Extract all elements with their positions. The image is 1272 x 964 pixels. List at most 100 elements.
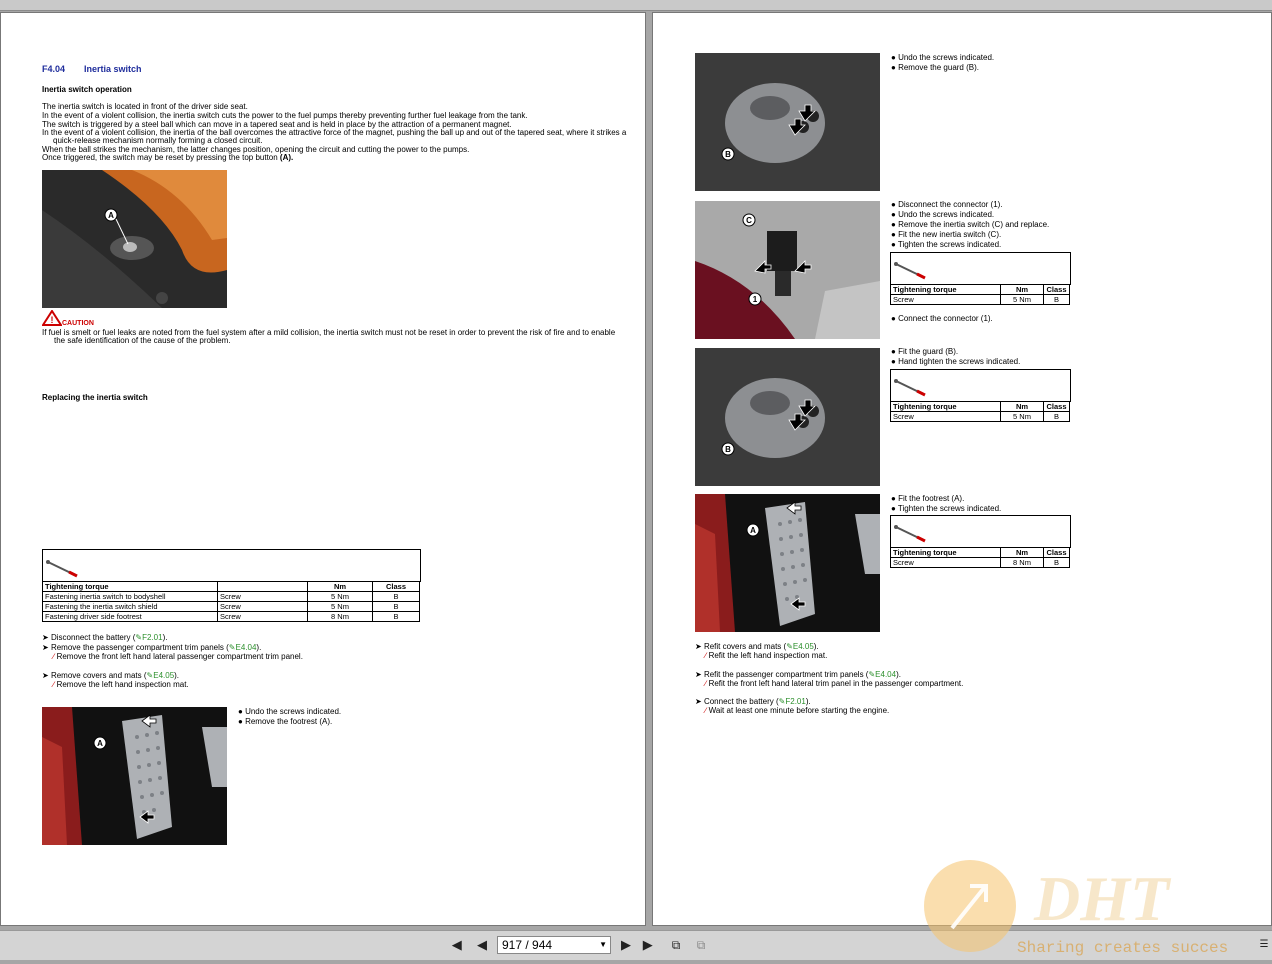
svg-text:!: ! <box>51 315 54 325</box>
page-navigation-bar: ◀ ◀ 917 / 944 ▼ ▶ ▶ ⧉ ⧉ ☰ <box>0 930 1272 960</box>
table-row: Fastening inertia switch to bodyshell Sc… <box>42 591 420 602</box>
torque-header: Nm <box>1000 547 1044 558</box>
op-line: The inertia switch is located in front o… <box>42 102 248 111</box>
svg-text:A: A <box>108 211 114 220</box>
document-page-left: F4.04 Inertia switch Inertia switch oper… <box>0 12 646 926</box>
wrench-icon: ∕ <box>705 651 707 660</box>
photo-inertia-switch-replace: C 1 <box>695 201 880 339</box>
block2-after: ● Connect the connector (1). <box>891 314 993 324</box>
list-item: ● Fit the footrest (A). <box>891 494 965 503</box>
block4-instructions: ● Fit the footrest (A). ● Tighten the sc… <box>891 494 1001 514</box>
torque-header: Tightening torque <box>890 284 1001 295</box>
torque-header: Class <box>1043 547 1070 558</box>
page-back-icon[interactable]: ⧉ <box>668 937 684 953</box>
list-item: ● Fit the new inertia switch (C). <box>891 230 1002 239</box>
procedure-step: ➤ Refit the passenger compartment trim p… <box>695 670 901 679</box>
torque-cell: B <box>372 601 420 612</box>
menu-icon[interactable]: ☰ <box>1256 937 1272 953</box>
torque-cell: 8 Nm <box>307 611 373 622</box>
first-page-button[interactable]: ◀ <box>450 937 466 953</box>
reference-link[interactable]: ✎F2.01 <box>135 633 162 642</box>
torque-header: Class <box>1043 284 1070 295</box>
reference-link[interactable]: ✎E4.04 <box>229 643 257 652</box>
previous-page-button[interactable]: ◀ <box>474 937 490 953</box>
section-code: F4.04 <box>42 64 66 74</box>
torque-header: Class <box>1043 401 1070 412</box>
torque-wrench-box <box>42 549 421 582</box>
document-page-right: B ● Undo the screws indicated. ● Remove … <box>652 12 1272 926</box>
list-item: ● Remove the inertia switch (C) and repl… <box>891 220 1050 229</box>
torque-cell: Fastening the inertia switch shield <box>42 601 218 612</box>
page-forward-icon[interactable]: ⧉ <box>693 937 709 953</box>
section-title: Inertia switch <box>84 64 142 74</box>
torque-cell: B <box>1043 294 1070 305</box>
torque-cell: B <box>1043 411 1070 422</box>
procedure-step: ➤ Connect the battery (✎F2.01). <box>695 697 811 706</box>
torque-cell: 5 Nm <box>1000 294 1044 305</box>
torque-wrench-icon <box>46 560 78 578</box>
photo2-instructions: ● Undo the screws indicated. ● Remove th… <box>238 707 341 727</box>
photo-guard-refit: B <box>695 348 880 486</box>
photo-footrest-refit: A <box>695 494 880 632</box>
reference-link[interactable]: ✎E4.04 <box>868 670 896 679</box>
torque-wrench-icon <box>894 525 926 543</box>
svg-text:1: 1 <box>753 295 758 304</box>
torque-cell: Fastening driver side footrest <box>42 611 218 622</box>
photo-inertia-switch-location: A <box>42 170 227 308</box>
svg-text:B: B <box>725 150 731 159</box>
torque-wrench-icon <box>894 262 926 280</box>
next-page-button[interactable]: ▶ <box>618 937 634 953</box>
torque-header <box>217 581 308 592</box>
page-indicator: 917 / 944 <box>502 938 553 952</box>
torque-header: Nm <box>307 581 373 592</box>
torque-cell: B <box>372 611 420 622</box>
page-number-select[interactable]: 917 / 944 ▼ <box>497 936 611 954</box>
torque-header: Nm <box>1000 284 1044 295</box>
torque-cell: Screw <box>890 294 1001 305</box>
list-item: ● Hand tighten the screws indicated. <box>891 357 1021 366</box>
wrench-icon: ∕ <box>705 679 707 688</box>
torque-wrench-icon <box>894 379 926 397</box>
torque-table: Tightening torque Nm Class Screw 8 Nm B <box>890 547 1070 568</box>
list-item: ● Undo the screws indicated. <box>891 53 995 62</box>
torque-cell: Screw <box>217 601 308 612</box>
torque-cell: 5 Nm <box>1000 411 1044 422</box>
list-item: ● Disconnect the connector (1). <box>891 200 1003 209</box>
procedure-step: ➤ Disconnect the battery (✎F2.01). <box>42 633 168 642</box>
list-item: ● Tighten the screws indicated. <box>891 240 1002 249</box>
torque-cell: B <box>372 591 420 602</box>
wrench-icon: ∕ <box>53 652 55 661</box>
torque-table: Tightening torque Nm Class Fastening ine… <box>42 581 420 622</box>
reference-link[interactable]: ✎E4.05 <box>147 671 175 680</box>
op-line: quick-release mechanism normally forming… <box>53 136 263 145</box>
block2-instructions: ● Disconnect the connector (1). ● Undo t… <box>891 200 1049 250</box>
chevron-down-icon: ▼ <box>599 940 607 949</box>
torque-header: Tightening torque <box>42 581 218 592</box>
table-row: Screw 8 Nm B <box>890 557 1070 568</box>
torque-cell: 8 Nm <box>1000 557 1044 568</box>
list-item: ● Tighten the screws indicated. <box>891 504 1002 513</box>
torque-header: Nm <box>1000 401 1044 412</box>
list-item: ● Remove the guard (B). <box>891 63 979 72</box>
op-line: Once triggered, the switch may be reset … <box>42 153 294 162</box>
torque-cell: Fastening inertia switch to bodyshell <box>42 591 218 602</box>
table-row: Screw 5 Nm B <box>890 294 1070 305</box>
list-item: ● Fit the guard (B). <box>891 347 959 356</box>
procedure-substep: ∕ Refit the left hand inspection mat. <box>705 651 828 660</box>
torque-cell: Screw <box>217 591 308 602</box>
photo-guard-removal: B <box>695 53 880 191</box>
reference-link[interactable]: ✎E4.05 <box>786 642 814 651</box>
torque-table: Tightening torque Nm Class Screw 5 Nm B <box>890 284 1070 305</box>
wrench-icon: ∕ <box>53 680 55 689</box>
procedure-step: ➤ Remove covers and mats (✎E4.05). <box>42 671 180 680</box>
table-row: Fastening driver side footrest Screw 8 N… <box>42 611 420 622</box>
svg-text:B: B <box>725 445 731 454</box>
op-line: In the event of a violent collision, the… <box>42 111 528 120</box>
table-row: Screw 5 Nm B <box>890 411 1070 422</box>
procedure-substep: ∕ Remove the left hand inspection mat. <box>53 680 189 689</box>
torque-table: Tightening torque Nm Class Screw 5 Nm B <box>890 401 1070 422</box>
last-page-button[interactable]: ▶ <box>641 937 657 953</box>
torque-cell: 5 Nm <box>307 591 373 602</box>
reference-link[interactable]: ✎F2.01 <box>779 697 806 706</box>
caution-text: the safe identification of the cause of … <box>54 336 231 345</box>
